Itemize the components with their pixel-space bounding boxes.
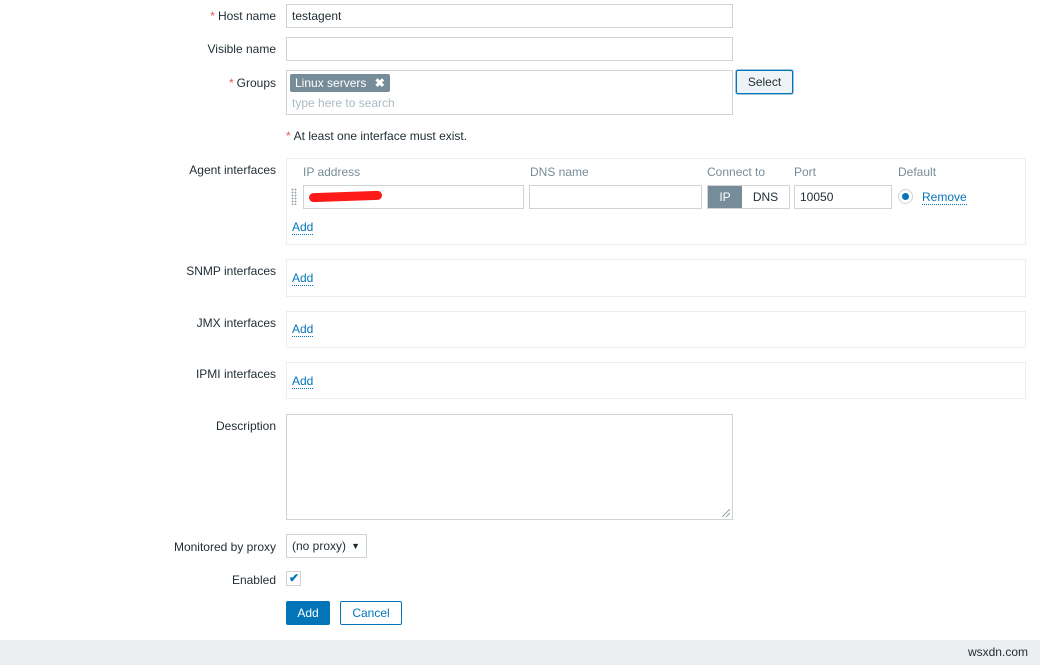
resize-handle-icon[interactable] (722, 509, 730, 517)
group-tag: Linux servers ✖ (290, 74, 390, 92)
group-tag-label: Linux servers (295, 76, 367, 90)
close-icon[interactable]: ✖ (375, 76, 385, 90)
connect-dns-option[interactable]: DNS (742, 186, 789, 208)
proxy-select[interactable]: (no proxy) ▼ (286, 534, 367, 558)
dns-name-input[interactable] (529, 185, 702, 209)
select-groups-button[interactable]: Select (736, 70, 793, 94)
snmp-interfaces-box (286, 259, 1026, 297)
proxy-label: Monitored by proxy (173, 540, 276, 554)
host-name-input[interactable]: testagent (286, 4, 733, 28)
required-marker: * (228, 76, 234, 90)
default-radio[interactable] (898, 189, 913, 204)
add-agent-interface-link[interactable]: Add (292, 220, 314, 235)
enabled-checkbox[interactable]: ✔ (286, 571, 301, 586)
checkmark-icon: ✔ (289, 571, 300, 585)
visible-name-label: Visible name (207, 42, 276, 56)
jmx-interfaces-box (286, 311, 1026, 348)
add-jmx-interface-link[interactable]: Add (292, 322, 314, 337)
cancel-button[interactable]: Cancel (340, 601, 402, 625)
connect-ip-option[interactable]: IP (708, 186, 742, 208)
ip-address-input[interactable] (303, 185, 524, 209)
port-input[interactable]: 10050 (794, 185, 892, 209)
proxy-selected-value: (no proxy) (292, 539, 347, 553)
enabled-label: Enabled (231, 573, 276, 587)
required-marker: * (210, 9, 215, 23)
host-name-label: * Host name (210, 9, 276, 23)
snmp-interfaces-label: SNMP interfaces (186, 264, 276, 278)
footer-bar (0, 640, 1040, 665)
column-dns-name: DNS name (530, 165, 589, 179)
description-textarea[interactable] (286, 414, 733, 520)
column-ip-address: IP address (303, 165, 361, 179)
add-ipmi-interface-link[interactable]: Add (292, 374, 314, 389)
connect-to-toggle: IP DNS (707, 185, 790, 209)
watermark-text: wsxdn.com (967, 645, 1028, 659)
groups-label: * Groups (228, 76, 276, 90)
groups-multiselect[interactable]: Linux servers ✖ type here to search (286, 70, 733, 115)
ipmi-interfaces-box (286, 362, 1026, 399)
dropdown-arrow-icon: ▼ (351, 541, 360, 551)
add-snmp-interface-link[interactable]: Add (292, 271, 314, 286)
add-button[interactable]: Add (286, 601, 330, 625)
description-label: Description (215, 419, 276, 433)
interface-warning: * At least one interface must exist. (286, 129, 468, 143)
remove-interface-link[interactable]: Remove (922, 190, 967, 205)
groups-search-input[interactable]: type here to search (292, 96, 395, 110)
ipmi-interfaces-label: IPMI interfaces (195, 367, 276, 381)
column-default: Default (898, 165, 937, 179)
visible-name-input[interactable] (286, 37, 733, 61)
redaction-mark (308, 190, 383, 203)
agent-interfaces-label: Agent interfaces (189, 163, 276, 177)
jmx-interfaces-label: JMX interfaces (196, 316, 276, 330)
column-connect-to: Connect to (707, 165, 766, 179)
column-port: Port (794, 165, 817, 179)
drag-handle-icon[interactable] (291, 188, 297, 205)
